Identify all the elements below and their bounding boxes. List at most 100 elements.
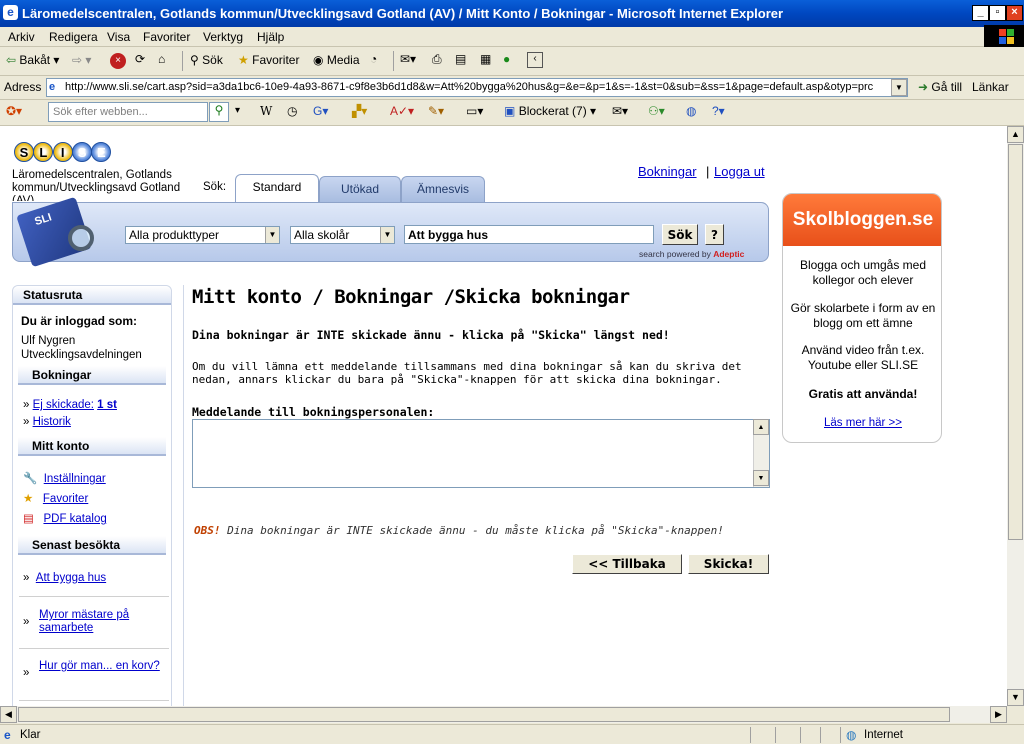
ad-read-more-link[interactable]: Läs mer här >>	[783, 416, 941, 431]
window-title-bar: e Läromedelscentralen, Gotlands kommun/U…	[0, 0, 1024, 27]
home-icon[interactable]: ⌂	[158, 52, 165, 66]
search-query-input[interactable]: Att bygga hus	[404, 225, 654, 244]
popup-blocker-button[interactable]: ▣ Blockerat (7) ▾	[504, 104, 596, 118]
chevron-up-icon[interactable]: ▲	[1007, 126, 1024, 143]
bookings-link[interactable]: Bokningar	[638, 164, 697, 179]
clock-icon[interactable]: ◷	[287, 104, 297, 118]
chevron-left-icon[interactable]: ◀	[0, 706, 17, 723]
pdf-icon: ▤	[23, 513, 34, 525]
star-icon: ★	[238, 53, 249, 67]
star-icon: ★	[23, 493, 34, 505]
search-submit-button[interactable]: Sök	[662, 224, 698, 245]
spellcheck-icon[interactable]: A✓▾	[390, 104, 414, 118]
research-icon[interactable]: ‹	[527, 52, 543, 68]
favorites-item[interactable]: ★ Favoriter	[23, 491, 88, 505]
web-search-go-icon[interactable]: ⚲	[209, 102, 229, 122]
chevron-down-icon[interactable]: ▾	[235, 105, 240, 116]
chevron-up-icon[interactable]: ▲	[753, 419, 769, 435]
mail-icon[interactable]: ✉▾	[400, 52, 416, 66]
settings-item[interactable]: 🔧 Inställningar	[23, 471, 106, 485]
stop-icon[interactable]: ×	[110, 53, 126, 69]
school-year-select[interactable]: Alla skolår ▼	[290, 226, 395, 244]
menu-favoriter[interactable]: Favoriter	[143, 30, 190, 44]
h-scroll-thumb[interactable]	[18, 707, 950, 722]
refresh-icon[interactable]: ⟳	[135, 52, 145, 66]
media-icon: ◉	[313, 53, 324, 67]
favorites-button[interactable]: ★ Favoriter	[238, 53, 299, 67]
search-panel: SLI Alla produkttyper ▼ Alla skolår ▼ Att …	[12, 196, 769, 268]
status-heading: Statusruta	[13, 286, 171, 305]
back-button[interactable]: ⇦ Bakåt ▾	[6, 53, 59, 67]
horizontal-scrollbar[interactable]: ◀ ▶	[0, 706, 1007, 723]
account-heading: Mitt konto	[18, 437, 166, 456]
messenger-icon[interactable]: ●	[503, 52, 510, 66]
chevron-down-icon[interactable]: ▼	[1007, 689, 1024, 706]
search-help-button[interactable]: ?	[705, 224, 724, 245]
address-url: http://www.sli.se/cart.asp?sid=a3da1bc6-…	[65, 81, 874, 93]
textarea-scrollbar[interactable]: ▲ ▼	[753, 419, 769, 487]
form-icon[interactable]: ▭▾	[466, 104, 483, 118]
google-icon[interactable]: G▾	[313, 104, 328, 118]
network-icon[interactable]: ◍	[686, 104, 696, 118]
tab-amnesvis[interactable]: Ämnesvis	[401, 176, 485, 202]
address-dropdown-arrow[interactable]: ▼	[891, 79, 907, 96]
bookings-heading: Bokningar	[18, 366, 166, 385]
help-icon[interactable]: ?▾	[712, 104, 725, 118]
media-button[interactable]: ◉ Media	[313, 53, 360, 67]
recent-item[interactable]: » Myror mästare på samarbete	[23, 609, 163, 635]
go-button[interactable]: ➜ Gå till	[918, 80, 962, 94]
wikipedia-icon[interactable]: W	[260, 104, 272, 118]
discuss-icon[interactable]: ▦	[480, 52, 491, 66]
menu-redigera[interactable]: Redigera	[49, 30, 98, 44]
menu-verktyg[interactable]: Verktyg	[203, 30, 243, 44]
obs-notice: OBS! Dina bokningar är INTE skickade änn…	[194, 524, 724, 537]
recent-item[interactable]: » Att bygga hus	[23, 572, 106, 584]
links-label[interactable]: Länkar	[972, 80, 1009, 94]
recent-item[interactable]: » Hur gör man... en korv?	[23, 660, 163, 679]
tab-utokad[interactable]: Utökad	[319, 176, 401, 202]
tab-standard[interactable]: Standard	[235, 174, 319, 202]
search-toolbar: ✪▾ Sök efter webben... ⚲ ▾ W ◷ G▾ ▞▾ A✓▾…	[0, 100, 1024, 126]
forward-button[interactable]: ⇨ ▾	[72, 53, 91, 67]
history-item[interactable]: » Historik	[23, 416, 71, 428]
status-text: Klar	[20, 729, 41, 741]
product-type-select[interactable]: Alla produkttyper ▼	[125, 226, 280, 244]
highlight-icon[interactable]: ▞▾	[352, 104, 367, 118]
logout-link[interactable]: Logga ut	[714, 164, 765, 179]
page-done-icon: e	[4, 728, 11, 742]
message-label: Meddelande till bokningspersonalen:	[192, 405, 435, 419]
skolbloggen-ad[interactable]: Skolbloggen.se Blogga och umgås med koll…	[782, 193, 942, 443]
not-sent-warning: Dina bokningar är INTE skickade ännu - k…	[192, 328, 670, 342]
history-icon[interactable]: ◔	[370, 52, 377, 66]
menu-arkiv[interactable]: Arkiv	[8, 30, 35, 44]
logged-in-label: Du är inloggad som:	[21, 314, 138, 328]
wrench-icon: 🔧	[23, 473, 38, 485]
menu-hjalp[interactable]: Hjälp	[257, 30, 284, 44]
send-button[interactable]: Skicka!	[688, 554, 769, 574]
address-field[interactable]: e http://www.sli.se/cart.asp?sid=a3da1bc…	[46, 78, 908, 97]
scroll-thumb[interactable]	[1008, 144, 1023, 540]
maximize-button[interactable]: ▫	[989, 5, 1006, 21]
minimize-button[interactable]: _	[972, 5, 989, 21]
web-search-input[interactable]: Sök efter webben...	[48, 102, 208, 122]
pdf-catalog-item[interactable]: ▤ PDF katalog	[23, 511, 107, 525]
ie-icon: e	[3, 5, 18, 20]
print-icon[interactable]: ⎙	[432, 52, 442, 67]
close-button[interactable]: ×	[1006, 5, 1023, 21]
vertical-scrollbar[interactable]: ▲ ▼	[1007, 126, 1024, 706]
slise-logo[interactable]: S L I S E	[14, 142, 112, 164]
people-icon[interactable]: ⚇▾	[648, 104, 665, 118]
mail-toolbar-icon[interactable]: ✉▾	[612, 104, 628, 118]
go-arrow-icon: ➜	[918, 80, 929, 94]
chevron-down-icon[interactable]: ▼	[753, 470, 769, 486]
search-button[interactable]: ⚲ Sök	[190, 53, 223, 67]
menu-visa[interactable]: Visa	[107, 30, 130, 44]
pen-icon[interactable]: ✎▾	[428, 104, 444, 118]
ad-text: Gör skolarbete i form av en blogg om ett…	[790, 301, 936, 330]
edit-icon[interactable]: ▤	[455, 52, 466, 66]
not-sent-item[interactable]: » Ej skickade: 1 st	[23, 399, 117, 411]
chevron-right-icon[interactable]: ▶	[990, 706, 1007, 723]
message-textarea[interactable]: ▲ ▼	[192, 419, 770, 488]
menu-bar: Arkiv Redigera Visa Favoriter Verktyg Hj…	[0, 27, 1024, 47]
back-button-page[interactable]: << Tillbaka	[572, 554, 682, 574]
